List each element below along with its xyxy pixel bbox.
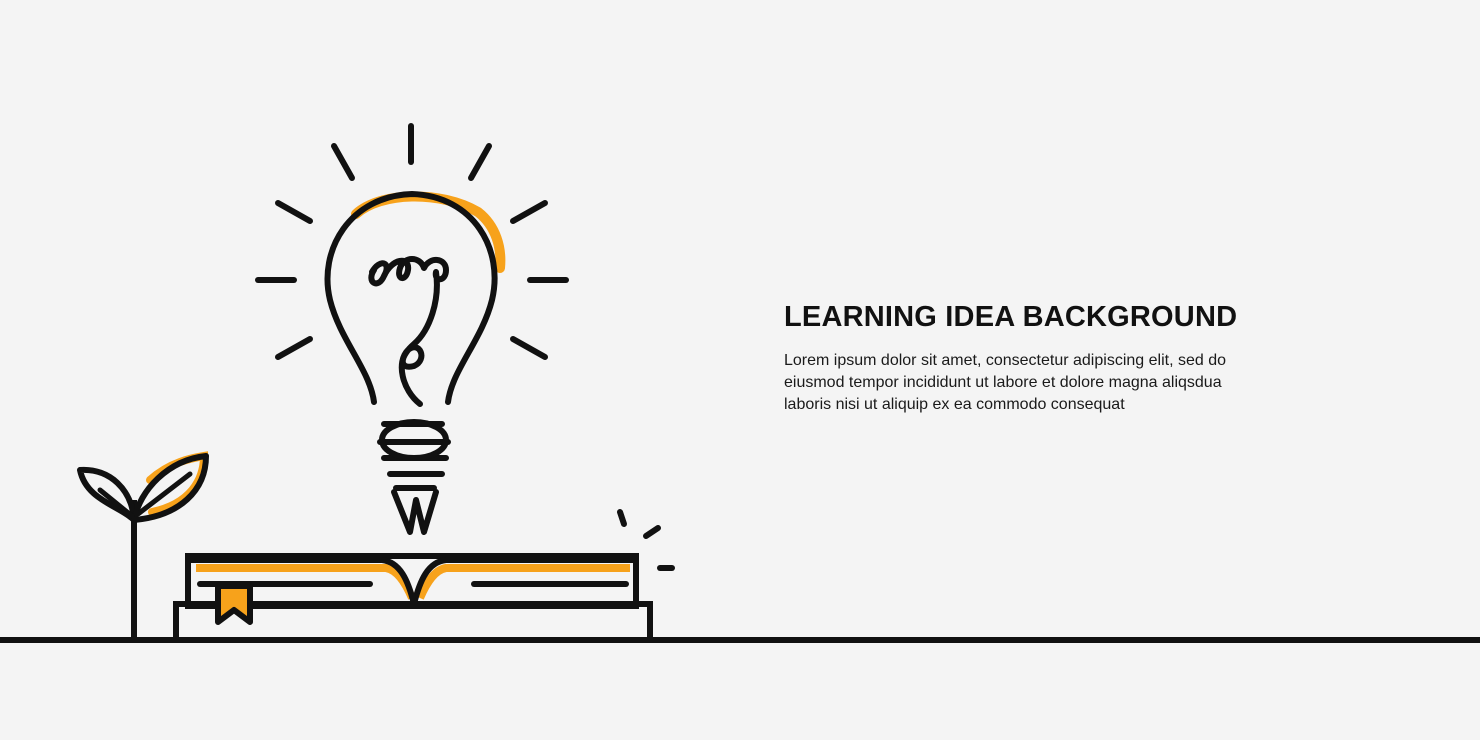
description: Lorem ipsum dolor sit amet, consectetur … bbox=[784, 350, 1304, 416]
page-title: LEARNING IDEA BACKGROUND bbox=[784, 301, 1238, 333]
sprout-icon bbox=[77, 451, 209, 640]
description-line: eiusmod tempor incididunt ut labore et d… bbox=[784, 374, 1222, 391]
bookmark-icon bbox=[215, 583, 253, 625]
description-line: laboris nisi ut aliquip ex ea commodo co… bbox=[784, 396, 1125, 413]
description-line: Lorem ipsum dolor sit amet, consectetur … bbox=[784, 352, 1226, 369]
hero-text-block: LEARNING IDEA BACKGROUND Lorem ipsum dol… bbox=[784, 298, 1304, 416]
lightbulb-icon bbox=[324, 190, 506, 535]
light-rays bbox=[255, 123, 569, 360]
